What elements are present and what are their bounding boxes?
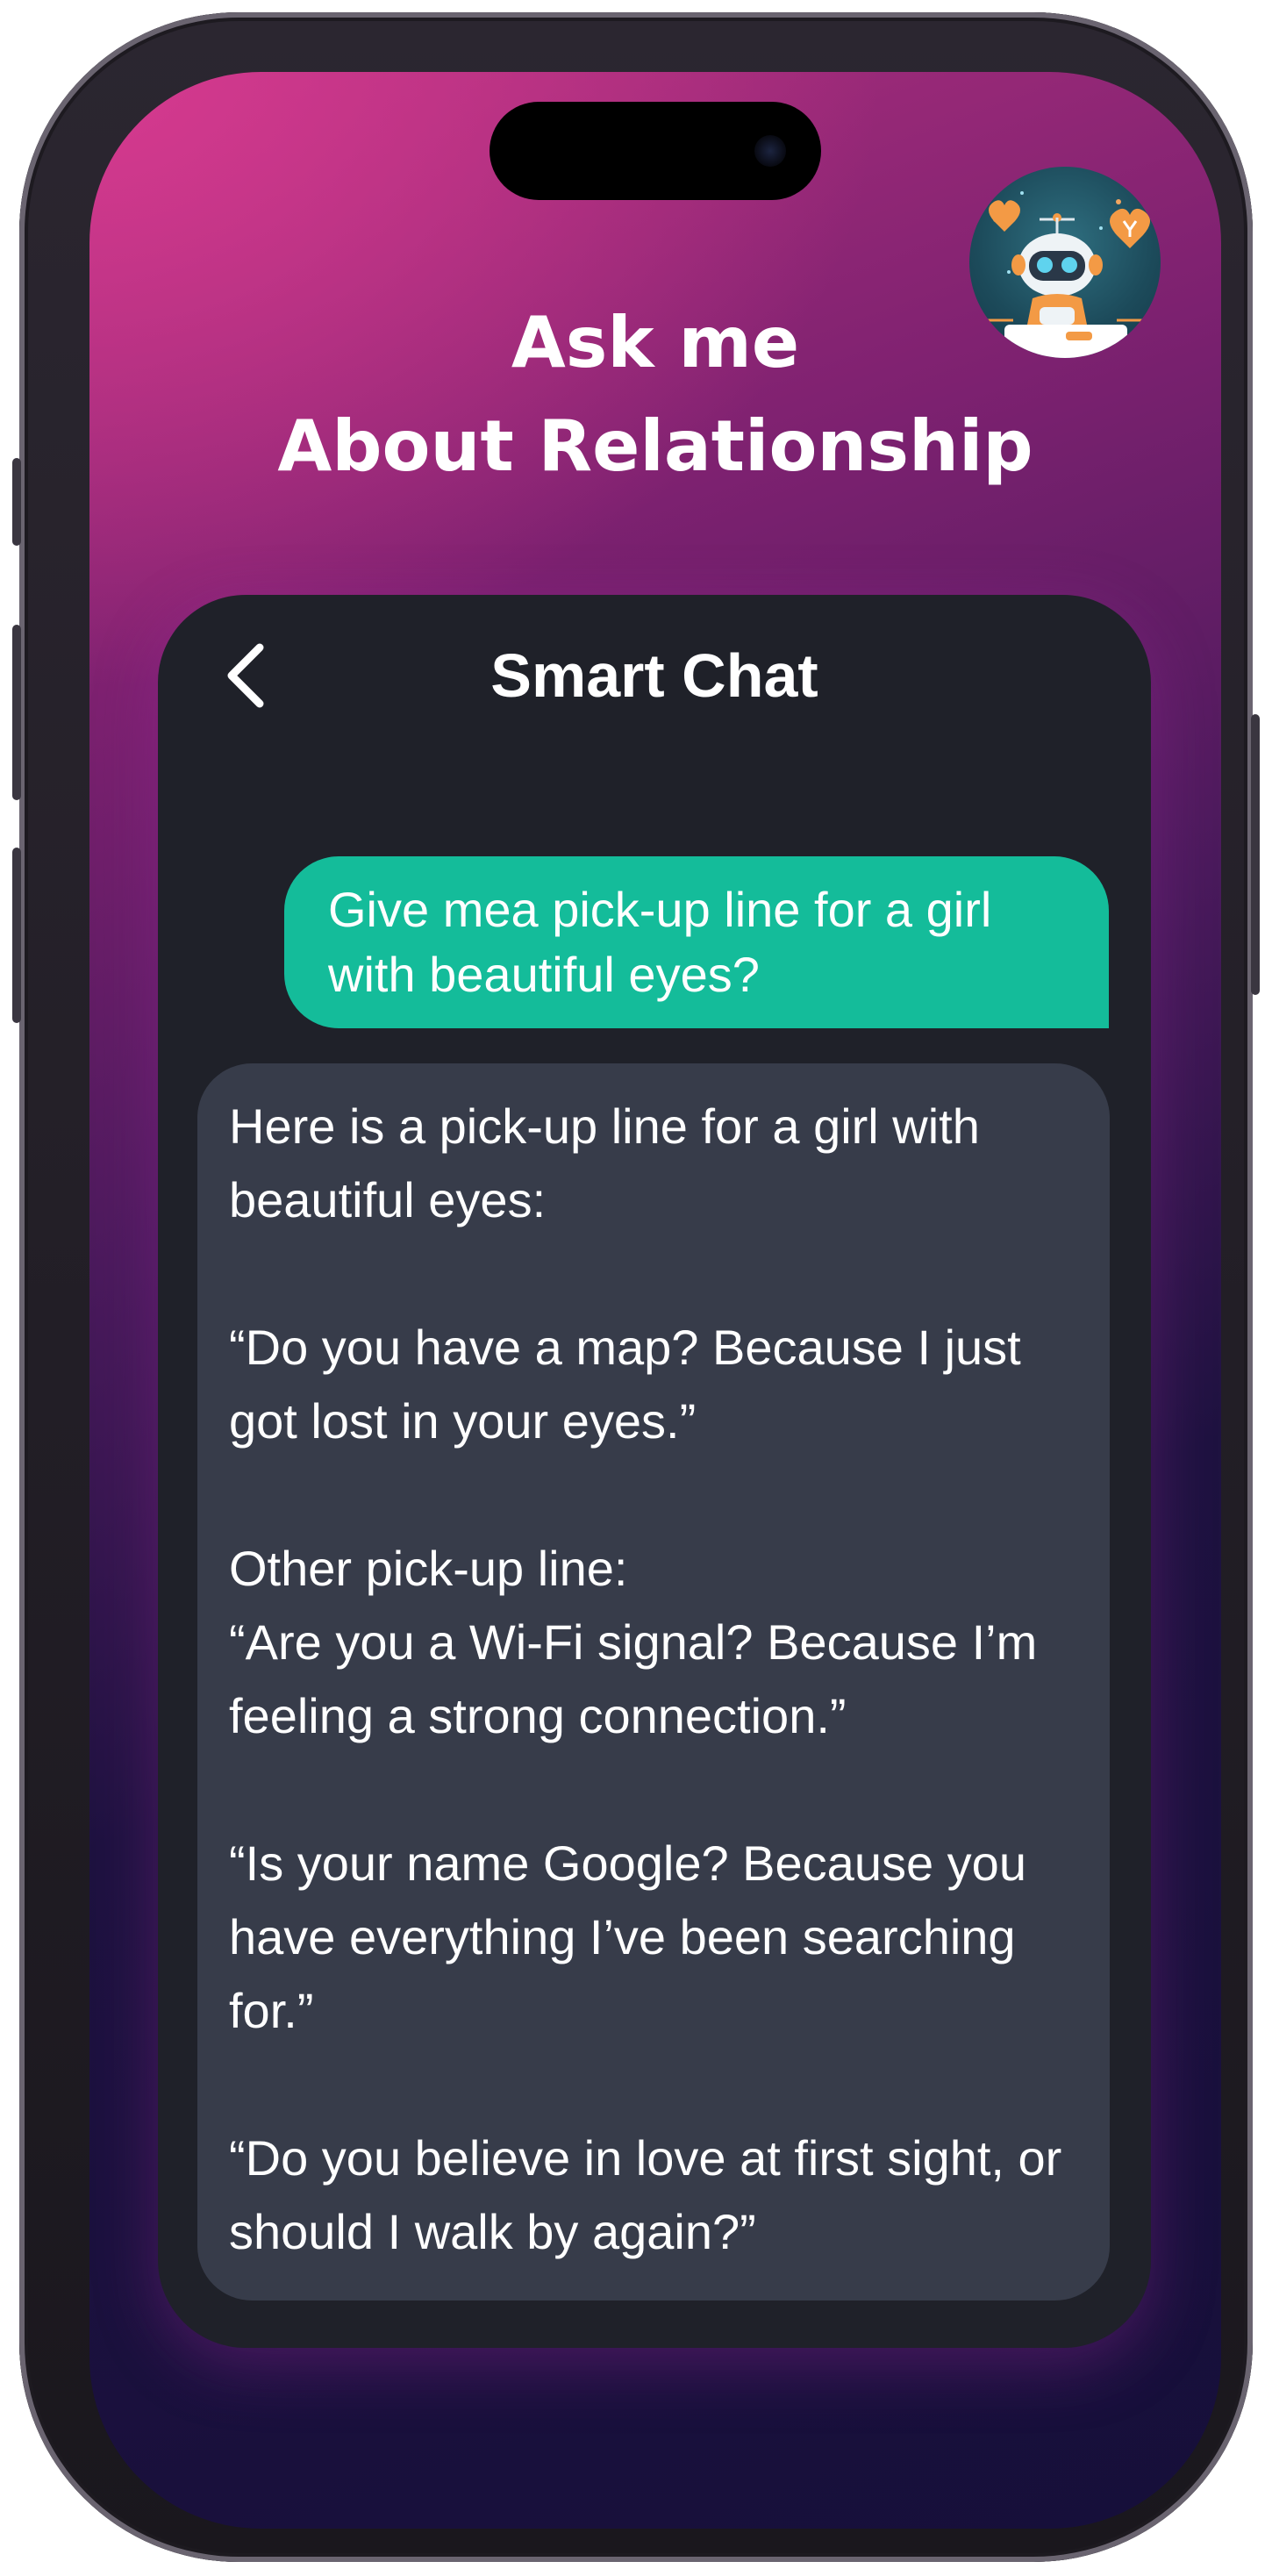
user-message-text: Give mea pick-up line for a girl with be… <box>328 882 992 1002</box>
assistant-message-bubble: Here is a pick-up line for a girl with b… <box>197 1063 1110 2301</box>
chat-panel: Smart Chat Give mea pick-up line for a g… <box>158 595 1151 2348</box>
volume-down-button <box>12 848 21 1023</box>
user-message-bubble: Give mea pick-up line for a girl with be… <box>284 856 1109 1028</box>
dynamic-island <box>490 102 821 200</box>
chat-title: Smart Chat <box>490 641 818 710</box>
page-headline: Ask me About Relationship <box>89 291 1221 498</box>
assistant-paragraph: Other pick-up line: “Are you a Wi-Fi sig… <box>229 1541 1038 1743</box>
phone-frame: Ask me About Relationship Smart Chat Giv… <box>12 12 1260 2562</box>
assistant-paragraph: Here is a pick-up line for a girl with b… <box>229 1098 980 1227</box>
app-screen: Ask me About Relationship Smart Chat Giv… <box>89 72 1221 2529</box>
headline-line-2: About Relationship <box>277 405 1033 487</box>
assistant-paragraph: “Do you believe in love at first sight, … <box>229 2130 1062 2259</box>
headline-line-1: Ask me <box>511 302 800 383</box>
chat-header: Smart Chat <box>158 595 1151 753</box>
assistant-paragraph: “Is your name Google? Because you have e… <box>229 1835 1026 2038</box>
front-camera-icon <box>754 135 786 167</box>
action-button <box>12 458 21 546</box>
power-button <box>1251 714 1260 995</box>
volume-up-button <box>12 625 21 800</box>
assistant-paragraph: “Do you have a map? Because I just got l… <box>229 1320 1021 1449</box>
